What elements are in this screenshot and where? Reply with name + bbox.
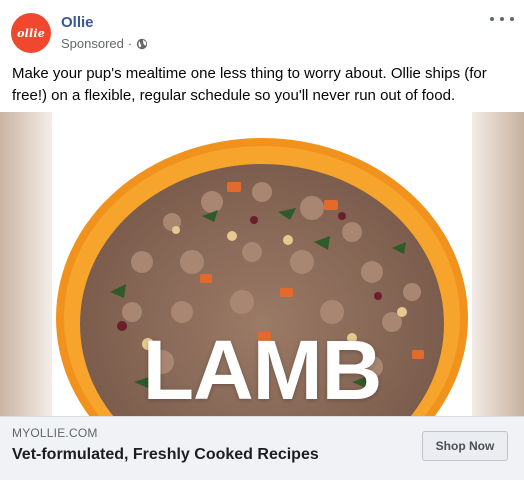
link-domain: MYOLLIE.COM bbox=[12, 426, 98, 440]
meta-separator: · bbox=[127, 36, 133, 51]
advertiser-name[interactable]: Ollie bbox=[61, 14, 94, 31]
post-meta: Sponsored · bbox=[61, 36, 148, 51]
sponsored-post: ollie Ollie Sponsored · Make your pup's … bbox=[0, 0, 524, 480]
ad-image[interactable]: LAMB bbox=[0, 112, 524, 416]
ad-image-overlay-text: LAMB bbox=[142, 323, 383, 416]
link-headline[interactable]: Vet-formulated, Freshly Cooked Recipes bbox=[12, 446, 319, 464]
shop-now-button[interactable]: Shop Now bbox=[422, 431, 508, 461]
link-preview[interactable]: MYOLLIE.COM Vet-formulated, Freshly Cook… bbox=[0, 416, 524, 480]
advertiser-avatar[interactable]: ollie bbox=[11, 13, 51, 53]
post-text: Make your pup's mealtime one less thing … bbox=[12, 65, 487, 104]
post-header: ollie Ollie Sponsored · bbox=[0, 0, 524, 58]
more-horizontal-icon[interactable] bbox=[490, 12, 514, 26]
globe-icon[interactable] bbox=[136, 38, 148, 50]
sponsored-label[interactable]: Sponsored bbox=[61, 36, 124, 51]
ad-image-content: LAMB bbox=[52, 112, 472, 416]
logo-text: ollie bbox=[17, 26, 45, 40]
